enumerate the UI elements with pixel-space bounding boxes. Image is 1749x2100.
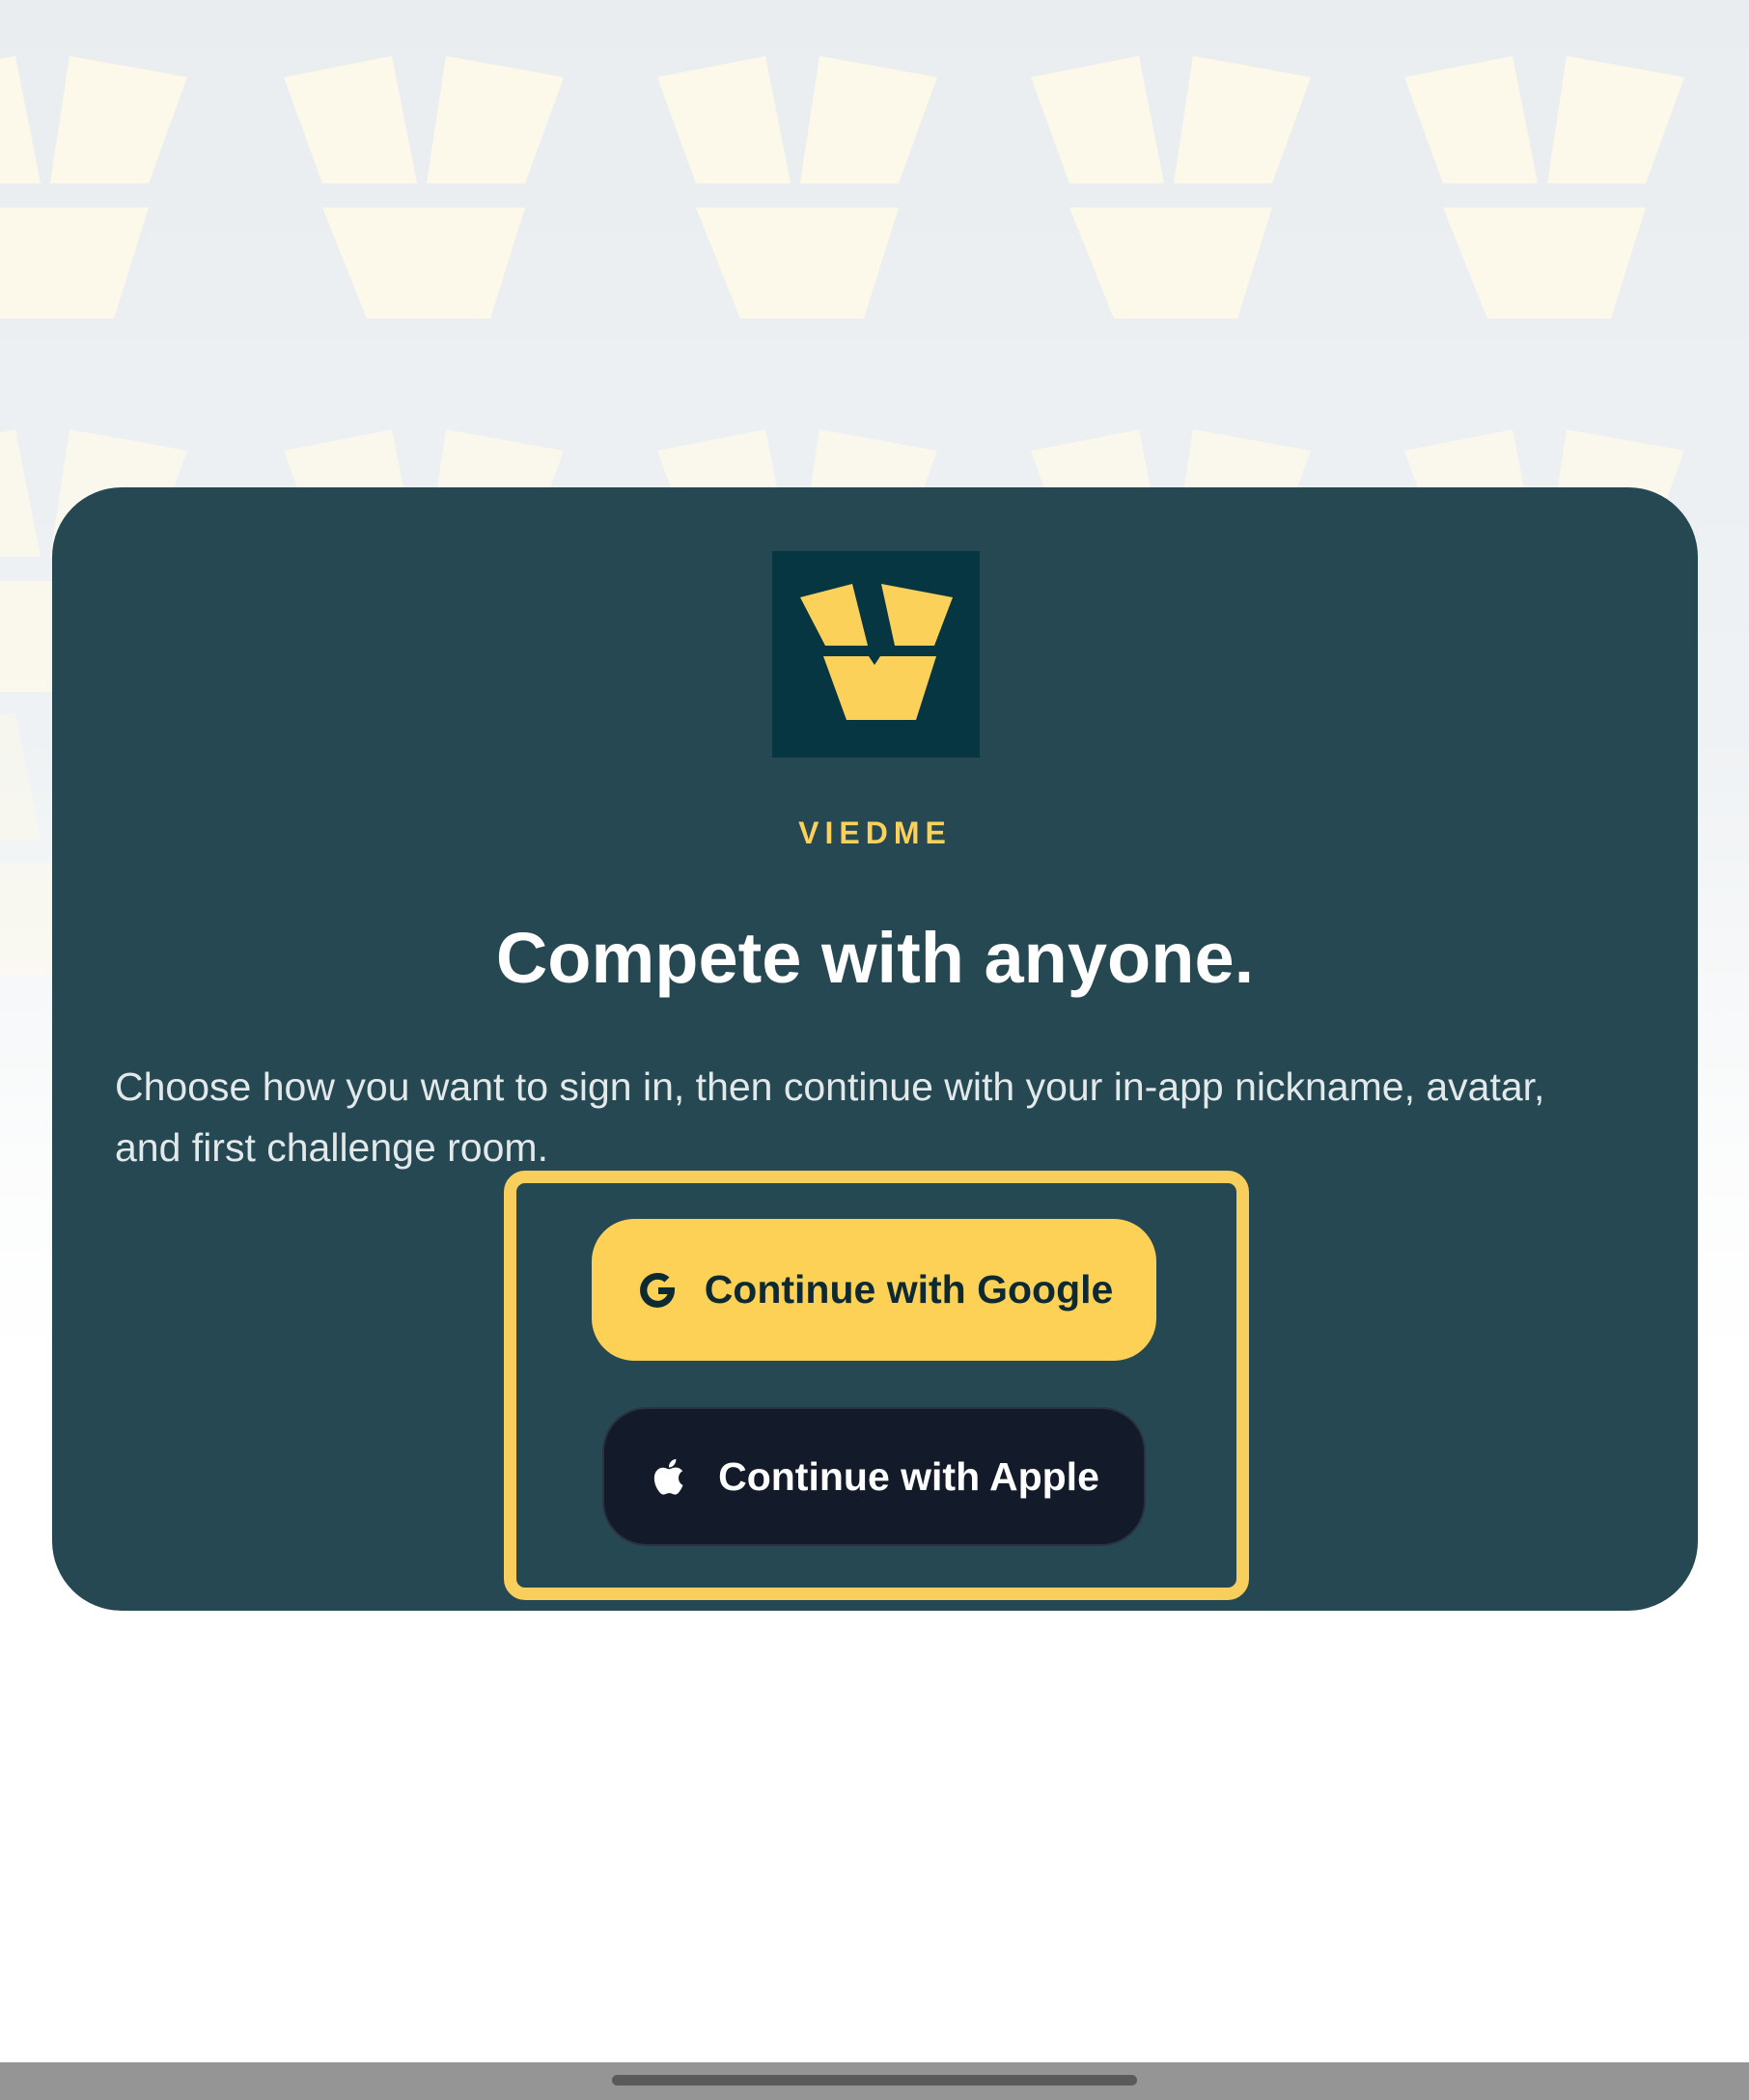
home-indicator[interactable]: [612, 2075, 1137, 2086]
viedme-logo-icon: [772, 551, 980, 758]
system-navigation-bar: [0, 2062, 1749, 2100]
continue-with-apple-button[interactable]: Continue with Apple: [602, 1407, 1146, 1546]
brand-name: VIEDME: [798, 815, 952, 850]
sign-in-description: Choose how you want to sign in, then con…: [115, 1064, 1545, 1170]
apple-button-label: Continue with Apple: [718, 1453, 1099, 1499]
continue-with-google-button[interactable]: Continue with Google: [592, 1219, 1156, 1361]
apple-icon: [649, 1454, 693, 1499]
page-title: Compete with anyone.: [495, 918, 1255, 998]
sign-in-card: VIEDME Compete with anyone. Choose how y…: [52, 487, 1698, 1611]
google-button-label: Continue with Google: [704, 1267, 1114, 1312]
google-icon: [635, 1268, 680, 1312]
